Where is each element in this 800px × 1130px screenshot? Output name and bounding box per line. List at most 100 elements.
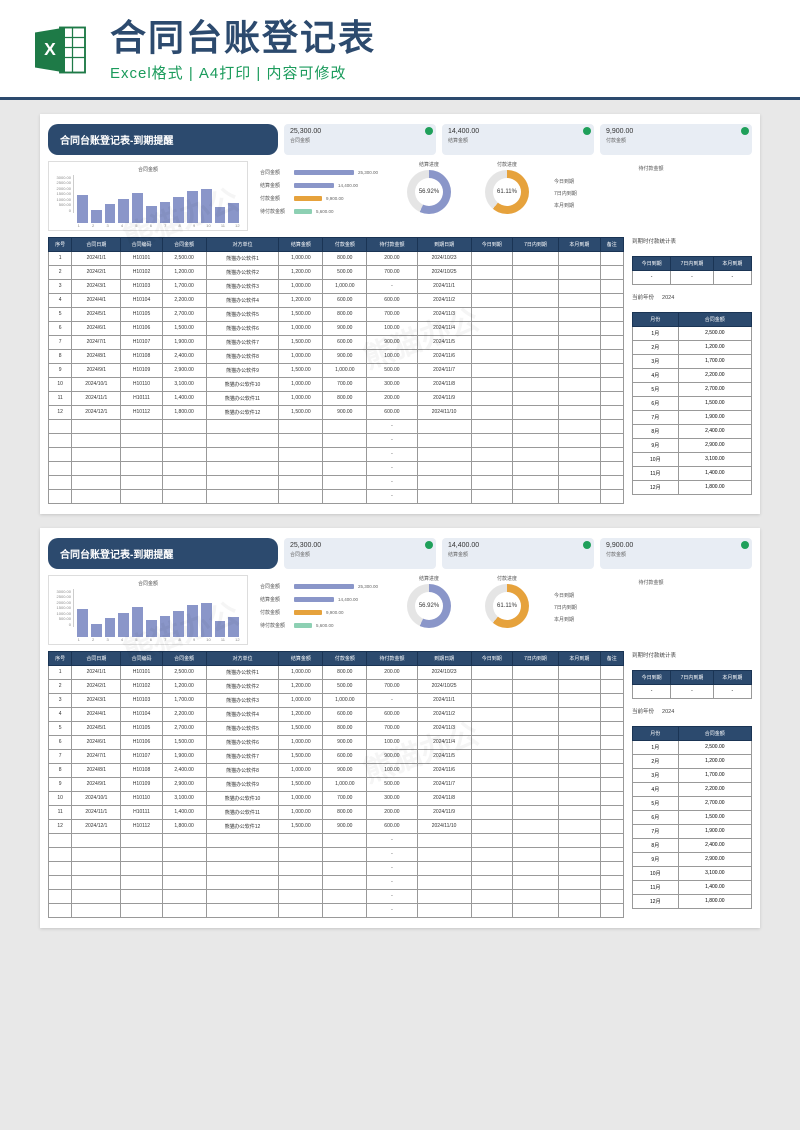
donut-payment: 付款进度61.11% (472, 575, 542, 645)
table-row: - (49, 419, 624, 433)
table-row: - (49, 447, 624, 461)
bar (77, 609, 88, 636)
legend-box: 合同金额25,300.00结算金额14,400.00付款金额9,900.00待付… (256, 575, 386, 645)
monthly-row: 12月1,800.00 (633, 894, 752, 908)
table-row: 92024/9/1H101092,900.00熊猫办公软件91,500.001,… (49, 777, 624, 791)
bar (77, 195, 88, 222)
monthly-row: 11月1,400.00 (633, 466, 752, 480)
monthly-row: 1月2,500.00 (633, 326, 752, 340)
monthly-row: 1月2,500.00 (633, 740, 752, 754)
col-header: 合同金额 (162, 651, 206, 665)
monthly-table: 月份合同金额1月2,500.002月1,200.003月1,700.004月2,… (632, 312, 752, 495)
bar (228, 617, 239, 637)
monthly-row: 9月2,900.00 (633, 852, 752, 866)
table-row: 62024/6/1H101061,500.00熊猫办公软件61,000.0090… (49, 321, 624, 335)
table-row: 102024/10/1H101103,100.00熊猫办公软件101,000.0… (49, 791, 624, 805)
col-header: 备注 (600, 237, 624, 251)
bar (173, 197, 184, 223)
bar (91, 624, 102, 637)
bar (118, 613, 129, 637)
monthly-row: 12月1,800.00 (633, 480, 752, 494)
stat-card-0: 25,300.00合同金额 (284, 538, 436, 569)
col-header: 合同金额 (162, 237, 206, 251)
table-row: 32024/3/1H101031,700.00熊猫办公软件31,000.001,… (49, 279, 624, 293)
table-row: - (49, 489, 624, 503)
table-row: 102024/10/1H101103,100.00熊猫办公软件101,000.0… (49, 377, 624, 391)
bar (160, 616, 171, 637)
side1-title: 到期时付款统计表 (632, 651, 752, 659)
monthly-row: 5月2,700.00 (633, 382, 752, 396)
col-header: 到期日期 (417, 651, 471, 665)
table-row: 62024/6/1H101061,500.00熊猫办公软件61,000.0090… (49, 735, 624, 749)
stat-card-1: 14,400.00结算金额 (442, 538, 594, 569)
stat-card-0: 25,300.00合同金额 (284, 124, 436, 155)
monthly-row: 3月1,700.00 (633, 768, 752, 782)
sheet-preview-1: 合同台账登记表-到期提醒25,300.00合同金额14,400.00结算金额9,… (40, 114, 760, 514)
table-row: - (49, 847, 624, 861)
due-stats-table: 今日到期7日内到期本月到期--- (632, 670, 752, 699)
col-header: 付款金额 (323, 237, 367, 251)
excel-icon: X (30, 20, 90, 80)
stat-card-2: 9,900.00付款金额 (600, 124, 752, 155)
table-row: 72024/7/1H101071,900.00熊猫办公软件71,500.0060… (49, 335, 624, 349)
col-header: 7日内到期 (512, 237, 558, 251)
col-header: 待付款金额 (367, 237, 417, 251)
stat-card-1: 14,400.00结算金额 (442, 124, 594, 155)
table-row: 122024/12/1H101121,800.00熊猫办公软件121,500.0… (49, 819, 624, 833)
main-table: 序号合同日期合同编码合同金额对方单位结算金额付款金额待付款金额到期日期今日到期7… (48, 237, 624, 504)
table-row: 82024/8/1H101082,400.00熊猫办公软件81,000.0090… (49, 763, 624, 777)
table-row: - (49, 889, 624, 903)
bar (146, 620, 157, 636)
page-title: 合同台账登记表 (110, 18, 770, 58)
page-subtitle: Excel格式 | A4打印 | 内容可修改 (110, 62, 770, 83)
table-row: 92024/9/1H101092,900.00熊猫办公软件91,500.001,… (49, 363, 624, 377)
table-row: - (49, 903, 624, 917)
bar (118, 199, 129, 223)
col-header: 本月到期 (559, 651, 600, 665)
table-row: 12024/1/1H101012,500.00熊猫办公软件11,000.0080… (49, 251, 624, 265)
table-row: 42024/4/1H101042,200.00熊猫办公软件41,200.0060… (49, 707, 624, 721)
monthly-row: 4月2,200.00 (633, 782, 752, 796)
col-header: 合同编码 (121, 237, 162, 251)
monthly-row: 8月2,400.00 (633, 838, 752, 852)
monthly-row: 4月2,200.00 (633, 368, 752, 382)
table-row: 12024/1/1H101012,500.00熊猫办公软件11,000.0080… (49, 665, 624, 679)
bar (160, 202, 171, 223)
bar (146, 206, 157, 222)
monthly-row: 7月1,900.00 (633, 824, 752, 838)
bar (173, 611, 184, 637)
main-table: 序号合同日期合同编码合同金额对方单位结算金额付款金额待付款金额到期日期今日到期7… (48, 651, 624, 918)
monthly-row: 6月1,500.00 (633, 810, 752, 824)
table-row: 122024/12/1H101121,800.00熊猫办公软件121,500.0… (49, 405, 624, 419)
monthly-row: 9月2,900.00 (633, 438, 752, 452)
side1-title: 到期时付款统计表 (632, 237, 752, 245)
monthly-row: 6月1,500.00 (633, 396, 752, 410)
bar (215, 621, 226, 636)
page-header: X 合同台账登记表 Excel格式 | A4打印 | 内容可修改 (0, 0, 800, 100)
col-header: 付款金额 (323, 651, 367, 665)
svg-text:X: X (44, 39, 56, 59)
monthly-row: 11月1,400.00 (633, 880, 752, 894)
bar (201, 189, 212, 223)
table-row: - (49, 861, 624, 875)
col-header: 到期日期 (417, 237, 471, 251)
year-label: 当前年份2024 (632, 707, 752, 715)
bar (132, 607, 143, 636)
col-header: 今日到期 (471, 651, 512, 665)
col-header: 备注 (600, 651, 624, 665)
sheet-title: 合同台账登记表-到期提醒 (48, 538, 278, 569)
stat-card-2: 9,900.00付款金额 (600, 538, 752, 569)
bar (187, 191, 198, 222)
legend-box: 合同金额25,300.00结算金额14,400.00付款金额9,900.00待付… (256, 161, 386, 231)
col-header: 待付款金额 (367, 651, 417, 665)
monthly-row: 3月1,700.00 (633, 354, 752, 368)
due-list: 待付款金额今日到期7日内到期本月到期 (550, 161, 752, 231)
sheet-preview-2: 合同台账登记表-到期提醒25,300.00合同金额14,400.00结算金额9,… (40, 528, 760, 928)
donut-payment: 付款进度61.11% (472, 161, 542, 231)
monthly-row: 10月3,100.00 (633, 866, 752, 880)
monthly-row: 2月1,200.00 (633, 340, 752, 354)
col-header: 今日到期 (471, 237, 512, 251)
due-stats-table: 今日到期7日内到期本月到期--- (632, 256, 752, 285)
table-row: 22024/2/1H101021,200.00熊猫办公软件21,200.0050… (49, 265, 624, 279)
preview-area: 合同台账登记表-到期提醒25,300.00合同金额14,400.00结算金额9,… (0, 100, 800, 942)
